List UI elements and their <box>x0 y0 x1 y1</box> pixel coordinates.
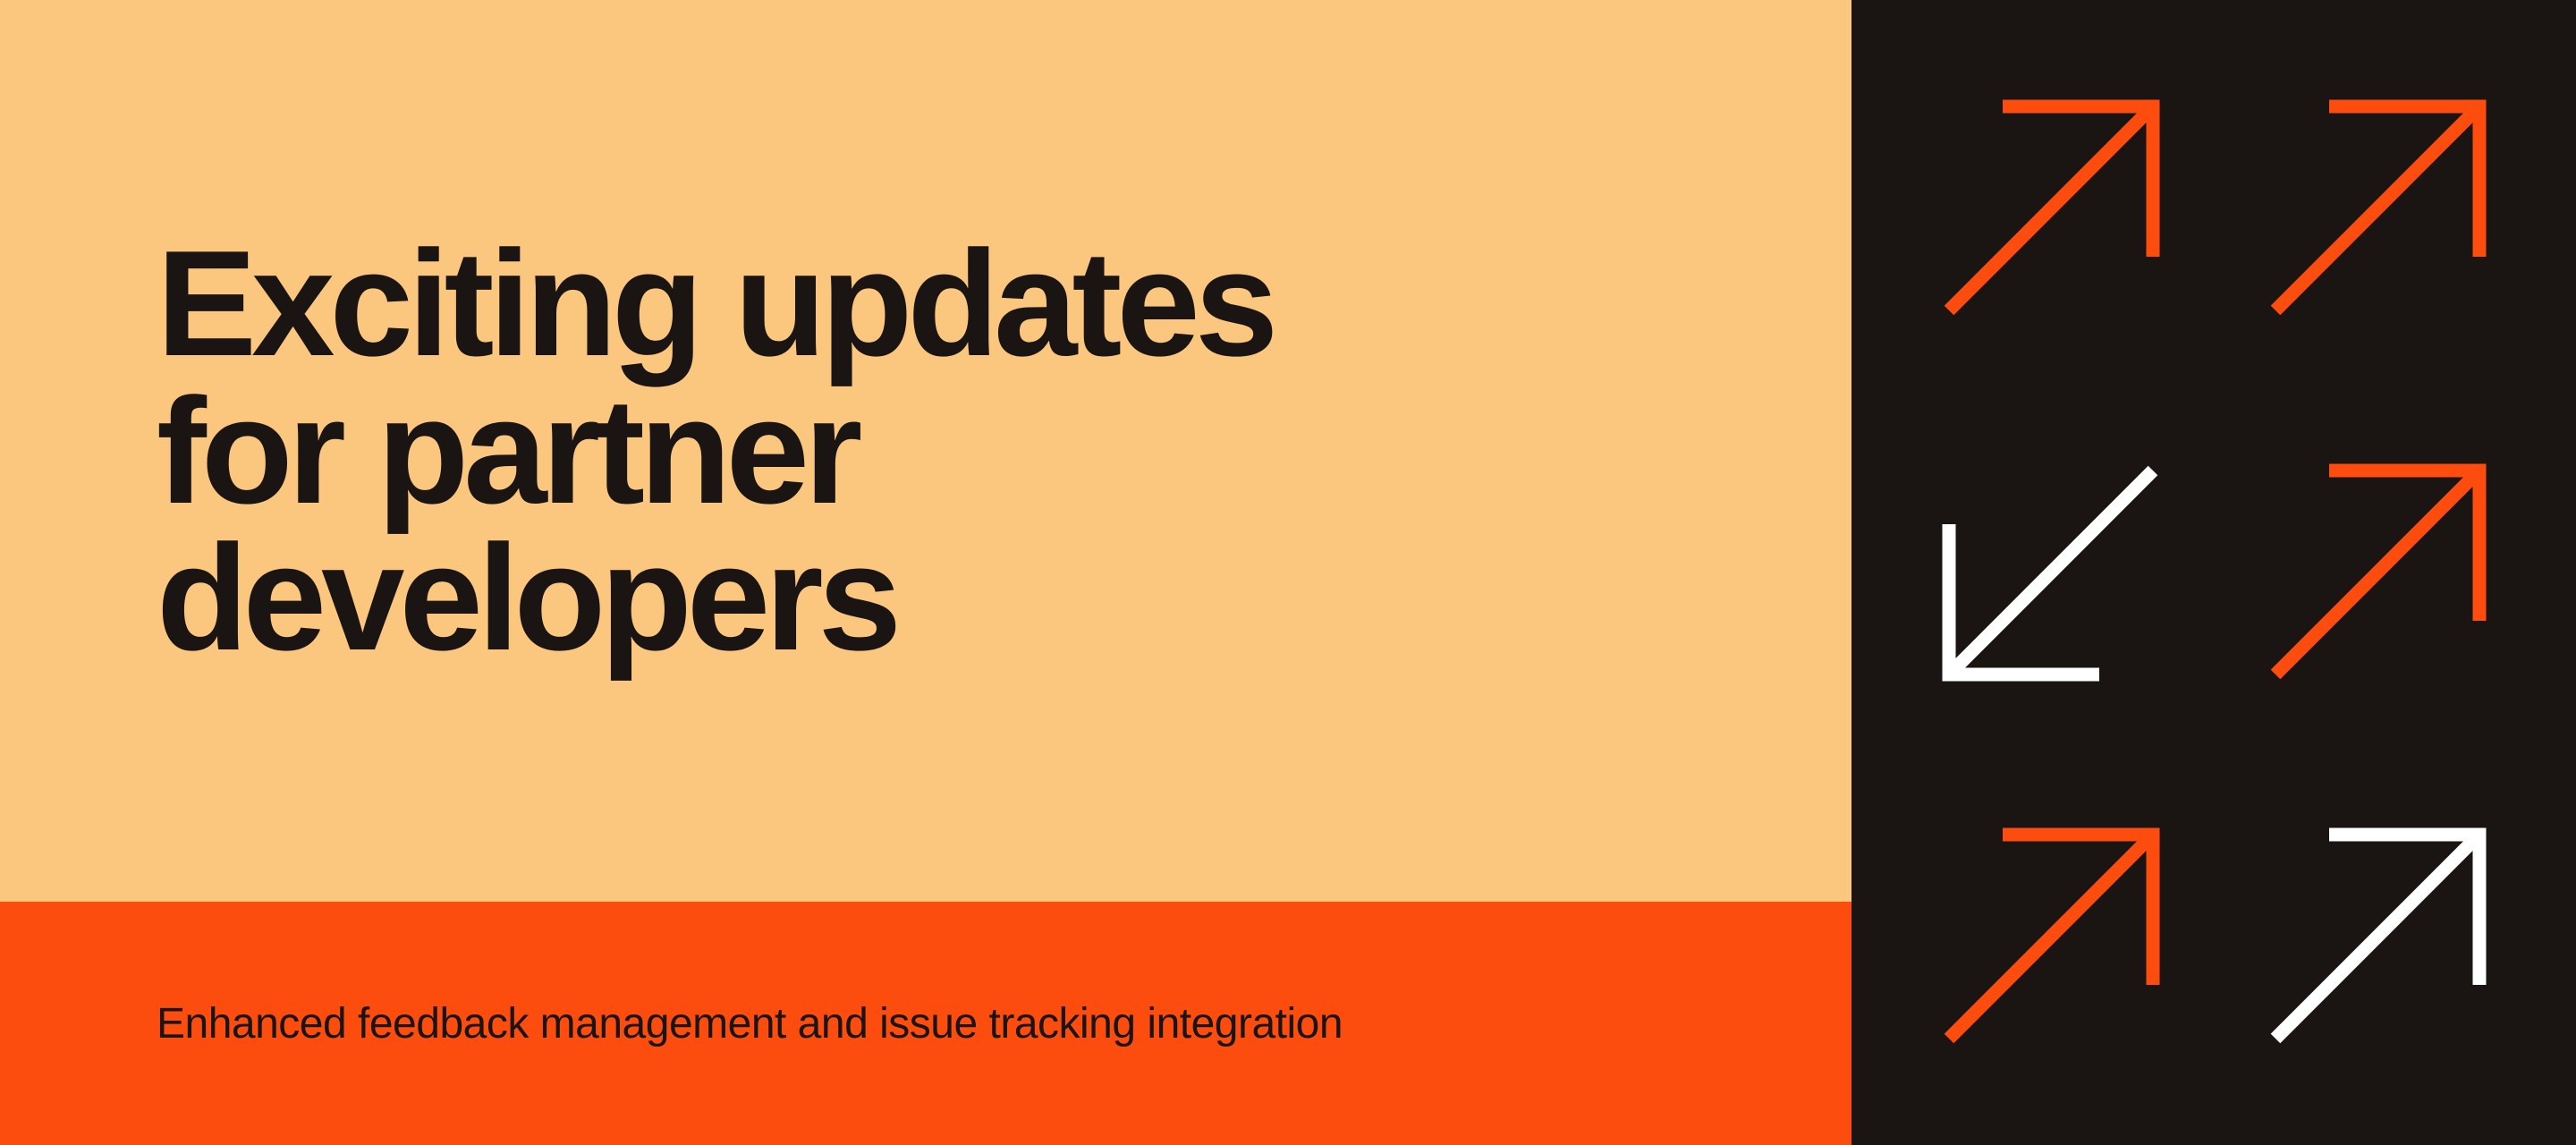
arrow-up-right-icon <box>1914 54 2187 364</box>
arrow-up-right-icon <box>2241 418 2513 728</box>
headline-line-3: developers <box>157 513 896 682</box>
top-section: Exciting updates for partner developers <box>0 0 1852 902</box>
headline-line-1: Exciting updates <box>157 219 1273 387</box>
right-panel <box>1852 0 2576 1145</box>
arrow-down-left-icon <box>1914 418 2187 728</box>
headline: Exciting updates for partner developers <box>157 230 1273 672</box>
subhead: Enhanced feedback management and issue t… <box>157 999 1343 1048</box>
headline-line-2: for partner <box>157 367 857 535</box>
arrow-up-right-icon <box>2241 54 2513 364</box>
arrow-up-right-icon <box>2241 781 2513 1091</box>
left-panel: Exciting updates for partner developers … <box>0 0 1852 1145</box>
bottom-section: Enhanced feedback management and issue t… <box>0 902 1852 1145</box>
arrow-up-right-icon <box>1914 781 2187 1091</box>
